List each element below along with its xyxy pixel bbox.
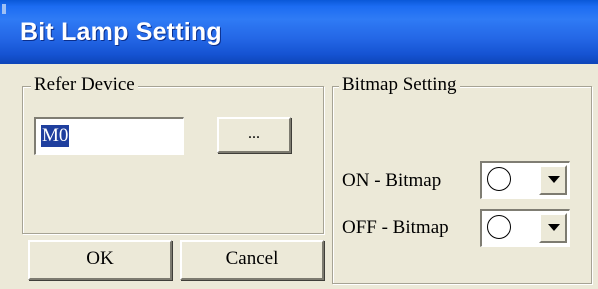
cancel-button[interactable]: Cancel <box>180 240 324 280</box>
off-bitmap-dropdown-button[interactable] <box>539 213 567 243</box>
on-bitmap-dropdown-button[interactable] <box>539 165 567 195</box>
empty-circle-icon <box>487 215 511 239</box>
off-bitmap-dropdown[interactable] <box>480 209 570 247</box>
chevron-down-icon <box>548 176 560 183</box>
title-bar[interactable]: Bit Lamp Setting <box>0 0 598 64</box>
bit-lamp-setting-dialog: Bit Lamp Setting Refer Device M0 ... Bit… <box>0 0 598 289</box>
device-address-value: M0 <box>41 125 70 147</box>
device-address-input[interactable]: M0 <box>34 117 184 155</box>
bitmap-setting-group-label: Bitmap Setting <box>339 72 460 98</box>
empty-circle-icon <box>487 167 511 191</box>
ok-button[interactable]: OK <box>28 240 172 280</box>
on-bitmap-label: ON - Bitmap <box>342 170 442 191</box>
on-bitmap-dropdown[interactable] <box>480 161 570 199</box>
refer-device-group <box>22 86 324 234</box>
window-title: Bit Lamp Setting <box>20 18 222 46</box>
chevron-down-icon <box>548 224 560 231</box>
off-bitmap-label: OFF - Bitmap <box>342 217 449 238</box>
window-icon <box>2 4 6 14</box>
refer-device-group-label: Refer Device <box>31 72 138 98</box>
browse-device-button[interactable]: ... <box>217 117 291 153</box>
